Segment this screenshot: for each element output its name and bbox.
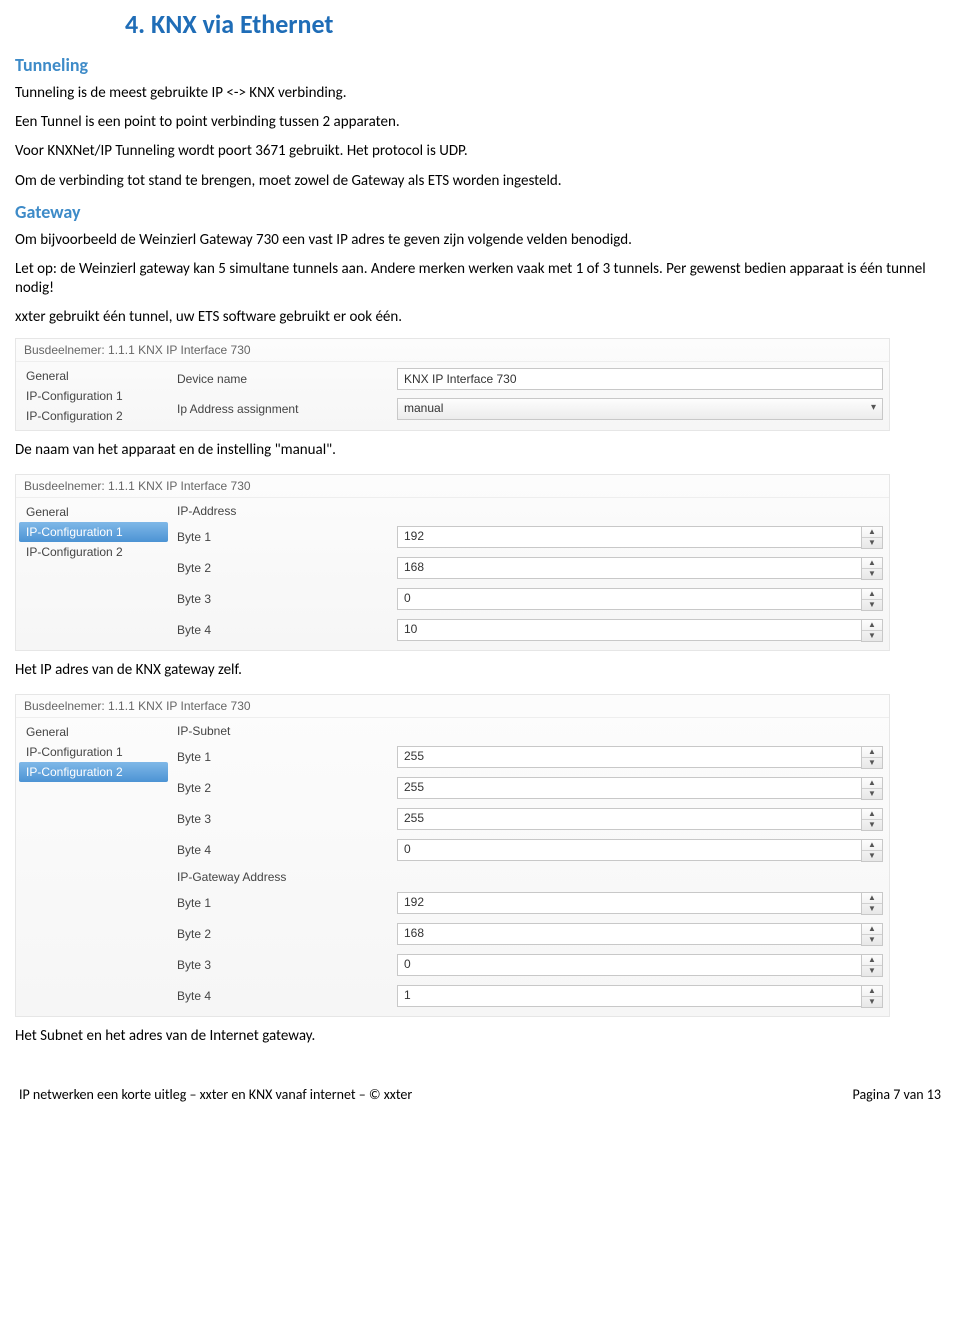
panel-sidebar: General IP-Configuration 1 IP-Configurat… <box>16 718 171 1016</box>
sidebar-item-ipc2[interactable]: IP-Configuration 2 <box>19 762 168 782</box>
sidebar-item-ipc1[interactable]: IP-Configuration 1 <box>16 386 171 406</box>
spinner-ip-byte4[interactable]: 10▲▼ <box>397 619 883 642</box>
spinner-gw-byte1[interactable]: 192▲▼ <box>397 892 883 915</box>
spinner-sn-byte3[interactable]: 255▲▼ <box>397 808 883 831</box>
paragraph: Tunneling is de meest gebruikte IP <-> K… <box>15 84 945 103</box>
panel-title: Busdeelnemer: 1.1.1 KNX IP Interface 730 <box>16 475 889 498</box>
spinner-down-icon[interactable]: ▼ <box>862 758 882 768</box>
heading-tunneling: Tunneling <box>15 54 945 76</box>
spinner-down-icon[interactable]: ▼ <box>862 820 882 830</box>
panel-sidebar: General IP-Configuration 1 IP-Configurat… <box>16 498 171 650</box>
label-ip-gateway-address: IP-Gateway Address <box>177 870 397 884</box>
spinner-up-icon[interactable]: ▲ <box>862 778 882 789</box>
paragraph: Let op: de Weinzierl gateway kan 5 simul… <box>15 260 945 298</box>
heading-1: 4. KNX via Ethernet <box>125 8 945 40</box>
spinner-up-icon[interactable]: ▲ <box>862 527 882 538</box>
label-ip-address: IP-Address <box>177 504 397 518</box>
spinner-sn-byte1[interactable]: 255▲▼ <box>397 746 883 769</box>
sidebar-item-ipc1[interactable]: IP-Configuration 1 <box>19 522 168 542</box>
label-gw-byte2: Byte 2 <box>177 927 397 941</box>
spinner-down-icon[interactable]: ▼ <box>862 904 882 914</box>
label-byte1: Byte 1 <box>177 530 397 544</box>
caption: De naam van het apparaat en de instellin… <box>15 441 945 460</box>
paragraph: Om bijvoorbeeld de Weinzierl Gateway 730… <box>15 231 945 250</box>
panel-title: Busdeelnemer: 1.1.1 KNX IP Interface 730 <box>16 339 889 362</box>
ets-panel-ipc1: Busdeelnemer: 1.1.1 KNX IP Interface 730… <box>15 474 890 651</box>
spinner-gw-byte4[interactable]: 1▲▼ <box>397 985 883 1008</box>
label-gw-byte1: Byte 1 <box>177 896 397 910</box>
spinner-down-icon[interactable]: ▼ <box>862 569 882 579</box>
footer-right: Pagina 7 van 13 <box>853 1086 941 1103</box>
spinner-down-icon[interactable]: ▼ <box>862 851 882 861</box>
spinner-gw-byte3[interactable]: 0▲▼ <box>397 954 883 977</box>
spinner-up-icon[interactable]: ▲ <box>862 986 882 997</box>
panel-title: Busdeelnemer: 1.1.1 KNX IP Interface 730 <box>16 695 889 718</box>
spinner-down-icon[interactable]: ▼ <box>862 935 882 945</box>
spinner-down-icon[interactable]: ▼ <box>862 789 882 799</box>
label-byte4: Byte 4 <box>177 623 397 637</box>
spinner-up-icon[interactable]: ▲ <box>862 620 882 631</box>
spinner-down-icon[interactable]: ▼ <box>862 631 882 641</box>
heading-gateway: Gateway <box>15 201 945 223</box>
label-byte3: Byte 3 <box>177 592 397 606</box>
paragraph: Een Tunnel is een point to point verbind… <box>15 113 945 132</box>
label-gw-byte3: Byte 3 <box>177 958 397 972</box>
page-footer: IP netwerken een korte uitleg – xxter en… <box>15 1086 945 1103</box>
spinner-gw-byte2[interactable]: 168▲▼ <box>397 923 883 946</box>
label-device-name: Device name <box>177 372 397 386</box>
sidebar-item-ipc1[interactable]: IP-Configuration 1 <box>16 742 171 762</box>
label-gw-byte4: Byte 4 <box>177 989 397 1003</box>
panel-sidebar: General IP-Configuration 1 IP-Configurat… <box>16 362 171 430</box>
label-sn-byte1: Byte 1 <box>177 750 397 764</box>
spinner-up-icon[interactable]: ▲ <box>862 893 882 904</box>
sidebar-item-general[interactable]: General <box>16 502 171 522</box>
ets-panel-ipc2: Busdeelnemer: 1.1.1 KNX IP Interface 730… <box>15 694 890 1017</box>
spinner-up-icon[interactable]: ▲ <box>862 558 882 569</box>
dropdown-ip-assign[interactable]: manual <box>397 398 883 420</box>
spinner-sn-byte4[interactable]: 0▲▼ <box>397 839 883 862</box>
spinner-down-icon[interactable]: ▼ <box>862 600 882 610</box>
paragraph: xxter gebruikt één tunnel, uw ETS softwa… <box>15 308 945 327</box>
spinner-down-icon[interactable]: ▼ <box>862 966 882 976</box>
label-sn-byte3: Byte 3 <box>177 812 397 826</box>
spinner-down-icon[interactable]: ▼ <box>862 997 882 1007</box>
ets-panel-general: Busdeelnemer: 1.1.1 KNX IP Interface 730… <box>15 338 890 431</box>
paragraph: Om de verbinding tot stand te brengen, m… <box>15 172 945 191</box>
sidebar-item-general[interactable]: General <box>16 722 171 742</box>
caption: Het IP adres van de KNX gateway zelf. <box>15 661 945 680</box>
spinner-up-icon[interactable]: ▲ <box>862 747 882 758</box>
label-byte2: Byte 2 <box>177 561 397 575</box>
caption: Het Subnet en het adres van de Internet … <box>15 1027 945 1046</box>
label-ip-assign: Ip Address assignment <box>177 402 397 416</box>
label-sn-byte4: Byte 4 <box>177 843 397 857</box>
spinner-ip-byte3[interactable]: 0▲▼ <box>397 588 883 611</box>
spinner-up-icon[interactable]: ▲ <box>862 840 882 851</box>
spinner-sn-byte2[interactable]: 255▲▼ <box>397 777 883 800</box>
spinner-ip-byte2[interactable]: 168▲▼ <box>397 557 883 580</box>
spinner-ip-byte1[interactable]: 192▲▼ <box>397 526 883 549</box>
sidebar-item-general[interactable]: General <box>16 366 171 386</box>
label-ip-subnet: IP-Subnet <box>177 724 397 738</box>
spinner-up-icon[interactable]: ▲ <box>862 589 882 600</box>
sidebar-item-ipc2[interactable]: IP-Configuration 2 <box>16 406 171 426</box>
spinner-down-icon[interactable]: ▼ <box>862 538 882 548</box>
footer-left: IP netwerken een korte uitleg – xxter en… <box>19 1086 412 1103</box>
input-device-name[interactable] <box>397 368 883 390</box>
label-sn-byte2: Byte 2 <box>177 781 397 795</box>
paragraph: Voor KNXNet/IP Tunneling wordt poort 367… <box>15 142 945 161</box>
spinner-up-icon[interactable]: ▲ <box>862 955 882 966</box>
sidebar-item-ipc2[interactable]: IP-Configuration 2 <box>16 542 171 562</box>
spinner-up-icon[interactable]: ▲ <box>862 924 882 935</box>
spinner-up-icon[interactable]: ▲ <box>862 809 882 820</box>
